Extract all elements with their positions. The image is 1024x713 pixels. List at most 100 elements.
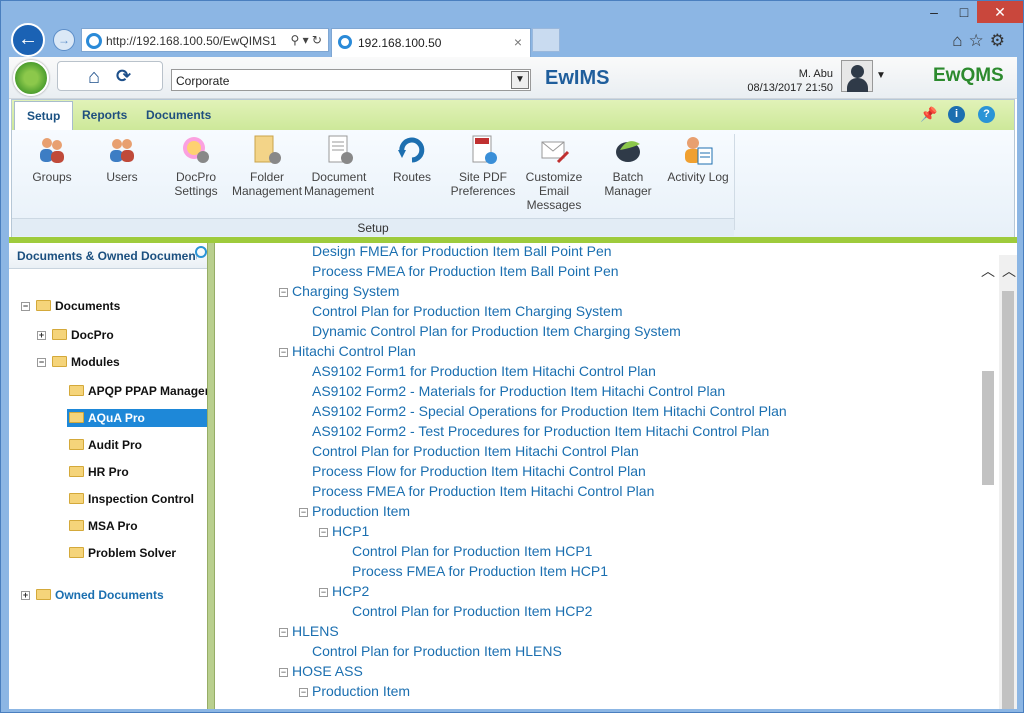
groups-button[interactable]: Groups	[30, 134, 74, 184]
title-bar: – □ ✕	[1, 1, 1023, 23]
help-icon[interactable]: ?	[978, 106, 995, 123]
tree-item[interactable]: Design FMEA for Production Item Ball Poi…	[312, 245, 612, 259]
ewqms-logo: EwQMS	[933, 65, 1004, 86]
scroll-up-icon[interactable]: ︿	[981, 261, 995, 281]
tab-documents[interactable]: Documents	[134, 101, 223, 130]
tree-folder[interactable]: − HCP2	[319, 583, 369, 599]
ribbon-group-separator	[734, 134, 735, 230]
scroll-up-icon[interactable]: ︿	[1002, 261, 1016, 281]
tree-node-owned-documents[interactable]: + Owned Documents	[21, 588, 164, 602]
browser-tab[interactable]: 192.168.100.50 ×	[331, 28, 531, 57]
minimize-button[interactable]: –	[919, 1, 949, 23]
tab-reports[interactable]: Reports	[70, 101, 139, 130]
tree-node-msa-pro[interactable]: MSA Pro	[69, 519, 138, 533]
tab-close-icon[interactable]: ×	[514, 34, 522, 50]
pdf-icon	[472, 135, 497, 164]
tab-setup[interactable]: Setup	[14, 101, 74, 130]
app-header: ⌂ ⟳ Corporate ▼ EwIMS M. Abu 08/13/2017 …	[9, 57, 1017, 99]
tree-item[interactable]: Control Plan for Production Item Hitachi…	[312, 443, 639, 459]
scroll-thumb[interactable]	[1002, 291, 1014, 709]
maximize-button[interactable]: □	[949, 1, 979, 23]
tree-item[interactable]: Process Flow for Production Item Hitachi…	[312, 463, 646, 479]
forward-button[interactable]: →	[53, 29, 75, 51]
tree-folder[interactable]: − Hitachi Control Plan	[279, 343, 416, 359]
address-bar[interactable]: http://192.168.100.50/EwQIMS1, ⚲ ▾ ↻	[81, 28, 329, 52]
tree-folder[interactable]: − Production Item	[299, 503, 410, 519]
search-refresh-icons[interactable]: ⚲ ▾ ↻	[290, 33, 322, 47]
tree-item[interactable]: Process FMEA for Production Item Ball Po…	[312, 263, 619, 279]
tree-item[interactable]: Control Plan for Production Item HCP1	[352, 543, 592, 559]
left-panel-title: Documents & Owned Documents	[17, 249, 197, 263]
tree-node-hr-pro[interactable]: HR Pro	[69, 465, 129, 479]
routes-button[interactable]: Routes	[390, 134, 434, 184]
batch-icon	[616, 141, 640, 162]
content-scrollbar[interactable]: ︿	[979, 255, 999, 709]
ie-icon	[338, 35, 352, 49]
home-icon[interactable]: ⌂	[88, 66, 100, 89]
tree-item[interactable]: Control Plan for Production Item Chargin…	[312, 303, 622, 319]
tree-folder[interactable]: − Charging System	[279, 283, 399, 299]
tree-item[interactable]: Process FMEA for Production Item HCP1	[352, 563, 608, 579]
customize-email-messages-button[interactable]: Customize Email Messages	[524, 134, 584, 212]
browser-tool-icons[interactable]: ⌂☆⚙	[952, 31, 1011, 51]
tree-item[interactable]: AS9102 Form2 - Test Procedures for Produ…	[312, 423, 769, 439]
user-datetime: 08/13/2017 21:50	[747, 82, 833, 94]
tree-node-problem-solver[interactable]: Problem Solver	[69, 546, 176, 560]
activity-log-button[interactable]: Activity Log	[664, 134, 732, 184]
company-select-value: Corporate	[176, 74, 230, 88]
ribbon-group-label: Setup	[12, 218, 734, 236]
user-info: M. Abu 08/13/2017 21:50	[729, 67, 833, 95]
tree-item[interactable]: Dynamic Control Plan for Production Item…	[312, 323, 681, 339]
tree-node-documents[interactable]: − Documents	[21, 299, 120, 313]
info-icon[interactable]: i	[948, 106, 965, 123]
document-management-button[interactable]: Document Management	[304, 134, 374, 198]
batch-manager-button[interactable]: Batch Manager	[602, 134, 654, 198]
tree-item[interactable]: Control Plan for Production Item HCP2	[352, 603, 592, 619]
docpro-settings-button[interactable]: DocPro Settings	[170, 134, 222, 198]
folder-management-button[interactable]: Folder Management	[232, 134, 302, 198]
tree-folder[interactable]: − Production Item	[299, 683, 410, 699]
tab-title: 192.168.100.50	[358, 36, 442, 50]
tree-folder[interactable]: − HOSE ASS	[279, 663, 363, 679]
refresh-icon[interactable]: ⟳	[116, 66, 131, 87]
activity-log-icon	[685, 137, 713, 165]
users-icon	[110, 139, 134, 162]
tree-folder[interactable]: − HLENS	[279, 623, 339, 639]
panel-splitter[interactable]	[207, 243, 215, 709]
tree-item[interactable]: AS9102 Form2 - Special Operations for Pr…	[312, 403, 787, 419]
ribbon-tabs: Setup Reports Documents 📌 i ?	[12, 100, 1014, 130]
user-name: M. Abu	[798, 68, 833, 80]
chevron-down-icon[interactable]: ▼	[511, 71, 529, 89]
tree-node-aqua-pro[interactable]: AQuA Pro	[67, 409, 207, 427]
tree-node-modules[interactable]: − Modules	[37, 355, 120, 369]
ribbon: Setup Reports Documents 📌 i ? Groups Use…	[11, 99, 1015, 239]
tree-node-apqp[interactable]: APQP PPAP Manager	[69, 384, 207, 398]
avatar[interactable]	[841, 60, 873, 92]
folder-gear-icon	[254, 135, 281, 164]
nav-pill: ⌂ ⟳	[57, 61, 163, 91]
back-button[interactable]: ←	[11, 23, 45, 57]
groups-icon	[40, 138, 64, 163]
page-scrollbar[interactable]: ︿	[999, 255, 1017, 709]
document-gear-icon	[328, 135, 353, 164]
company-select[interactable]: Corporate ▼	[171, 69, 531, 91]
users-button[interactable]: Users	[100, 134, 144, 184]
tree-node-inspection-control[interactable]: Inspection Control	[69, 492, 194, 506]
tree-item[interactable]: AS9102 Form1 for Production Item Hitachi…	[312, 363, 656, 379]
refresh-icon[interactable]	[195, 246, 207, 258]
navigation-bar: ← → http://192.168.100.50/EwQIMS1, ⚲ ▾ ↻…	[1, 23, 1023, 57]
close-button[interactable]: ✕	[977, 1, 1023, 23]
tree-item[interactable]: Control Plan for Production Item HLENS	[312, 643, 562, 659]
scroll-thumb[interactable]	[982, 371, 994, 485]
tree-folder[interactable]: − HCP1	[319, 523, 369, 539]
app-logo-icon[interactable]	[13, 60, 49, 96]
tree-node-audit-pro[interactable]: Audit Pro	[69, 438, 142, 452]
ewims-logo: EwIMS	[545, 67, 610, 89]
pin-icon[interactable]: 📌	[920, 106, 937, 123]
tree-node-docpro[interactable]: + DocPro	[37, 328, 114, 342]
new-tab-button[interactable]	[532, 28, 560, 52]
tree-item[interactable]: AS9102 Form2 - Materials for Production …	[312, 383, 725, 399]
site-pdf-preferences-button[interactable]: Site PDF Preferences	[450, 134, 516, 198]
tree-item[interactable]: Process FMEA for Production Item Hitachi…	[312, 483, 654, 499]
user-menu-caret-icon[interactable]: ▼	[876, 70, 886, 81]
